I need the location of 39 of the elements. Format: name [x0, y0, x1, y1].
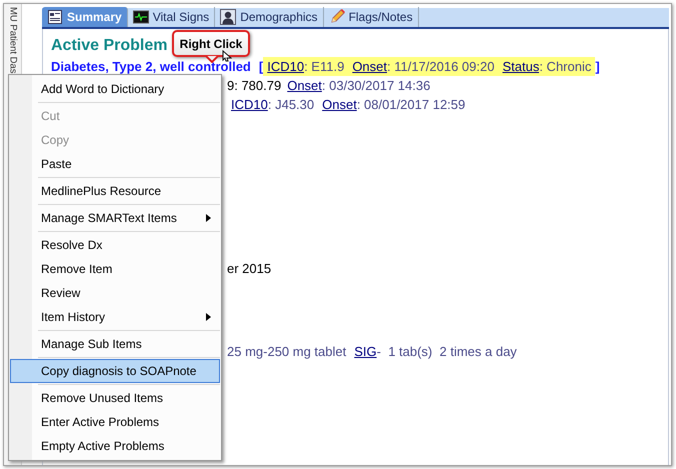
problem-line: 9: 780.79 Onset: 03/30/2017 14:36	[227, 76, 434, 95]
link[interactable]: Status	[498, 56, 540, 76]
menu-item[interactable]: Enter Active Problems	[10, 410, 220, 434]
menu-item[interactable]: Remove Unused Items	[10, 386, 220, 410]
problem-line: 25 mg-250 mg tablet SIG- 1 tab(s) 2 times a day	[227, 342, 521, 361]
heart-monitor-icon	[132, 9, 149, 25]
link[interactable]: ICD10	[227, 94, 268, 114]
menu-item[interactable]: Add Word to Dictionary	[10, 77, 220, 101]
problem-line: er 2015	[227, 260, 272, 278]
link[interactable]: Onset	[318, 94, 357, 114]
submenu-arrow-icon	[206, 214, 211, 222]
menu-item[interactable]: Resolve Dx	[10, 233, 220, 257]
sidebar-label[interactable]: MU Patient Das	[8, 7, 18, 74]
submenu-arrow-icon	[206, 313, 211, 321]
menu-item[interactable]: Empty Active Problems	[10, 434, 220, 458]
person-icon	[220, 9, 236, 25]
tab[interactable]: Flags/Notes	[324, 7, 419, 27]
callout: Right Click	[172, 30, 250, 57]
tab[interactable]: Demographics	[215, 7, 324, 27]
problem-line: ICD10: J45.30 Onset: 08/01/2017 12:59	[227, 95, 470, 114]
menu-item[interactable]: Manage SMARText Items	[10, 206, 220, 230]
menu-item[interactable]: MedlinePlus Resource	[10, 179, 220, 203]
document-icon	[47, 9, 63, 25]
link[interactable]: Onset	[348, 56, 387, 76]
callout-tail-icon	[205, 56, 219, 63]
link[interactable]: Onset	[283, 76, 322, 96]
menu-item[interactable]: Item History	[10, 305, 220, 329]
menu-item[interactable]: Paste	[10, 152, 220, 176]
menu-item[interactable]: Manage Sub Items	[10, 332, 220, 356]
menu-item[interactable]: Review	[10, 281, 220, 305]
link[interactable]: SIG	[350, 342, 377, 362]
menu-item[interactable]: Copy diagnosis to SOAPnote	[10, 359, 220, 383]
link[interactable]: ICD10	[263, 56, 304, 76]
tab[interactable]: Vital Signs	[128, 7, 216, 27]
cursor-icon	[222, 50, 232, 62]
menu-item[interactable]: Remove Item	[10, 257, 220, 281]
section-heading: Active Problem	[51, 36, 168, 56]
problem-line: Diabetes, Type 2, well controlled [ ICD10: E11.9 Onset: 11/17/2016 09:20 Status: Chronic ]	[51, 57, 600, 76]
pencil-icon	[328, 9, 345, 25]
